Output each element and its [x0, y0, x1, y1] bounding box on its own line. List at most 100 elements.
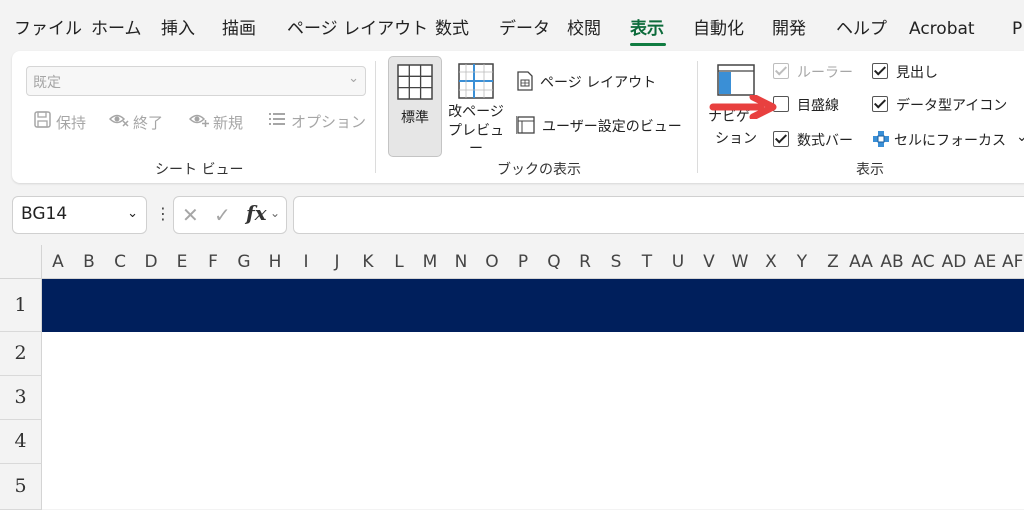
chevron-down-icon[interactable]: ⌄ [1016, 129, 1024, 145]
formula-input[interactable] [293, 196, 1024, 234]
column-header[interactable]: S [605, 252, 627, 272]
tab-page-layout[interactable]: ページ レイアウト [287, 18, 428, 40]
tab-help[interactable]: ヘルプ [836, 18, 887, 40]
tab-overflow[interactable]: P [1012, 18, 1022, 40]
data-type-icons-checkbox[interactable]: データ型アイコン [872, 96, 1007, 115]
column-header[interactable]: I [295, 252, 317, 272]
column-header[interactable]: AA [847, 252, 875, 272]
select-all-corner[interactable] [0, 245, 42, 278]
tab-file[interactable]: ファイル [14, 18, 82, 40]
navigation-pane-icon [717, 64, 755, 96]
group-divider [375, 61, 376, 173]
navigation-label-line2: ション [715, 131, 757, 147]
tab-draw[interactable]: 描画 [222, 18, 256, 40]
row-header[interactable]: 5 [0, 464, 42, 510]
tab-automate[interactable]: 自動化 [693, 18, 744, 40]
tab-home[interactable]: ホーム [91, 18, 142, 40]
column-header[interactable]: A [47, 252, 69, 272]
chevron-down-icon[interactable]: ⌄ [270, 206, 280, 220]
column-header[interactable]: O [481, 252, 503, 272]
options-label: オプション [291, 113, 367, 131]
active-tab-indicator [630, 43, 666, 46]
column-header[interactable]: F [202, 252, 224, 272]
column-header[interactable]: AE [971, 252, 999, 272]
tab-review[interactable]: 校閲 [567, 18, 601, 40]
cancel-icon[interactable]: ✕ [182, 203, 199, 227]
column-header[interactable]: B [78, 252, 100, 272]
row-header[interactable]: 2 [0, 332, 42, 376]
column-header[interactable]: W [729, 252, 751, 272]
chevron-down-icon[interactable]: ⌄ [127, 206, 138, 221]
page-break-label-line1: 改ページ [448, 104, 504, 120]
custom-views-label: ユーザー設定のビュー [542, 119, 682, 135]
headings-checkbox[interactable]: 見出し [872, 63, 938, 82]
focus-cell-button[interactable]: セルにフォーカス [872, 130, 1006, 150]
headings-label: 見出し [896, 65, 938, 81]
focus-cell-icon [873, 131, 889, 147]
ribbon: 既定 ⌄ 保持 終了 新規 オプション シート ビュー 標準 改ページ プレビュ… [12, 51, 1024, 183]
sheet-view-select[interactable]: 既定 ⌄ [26, 66, 366, 96]
column-header[interactable]: R [574, 252, 596, 272]
options-button[interactable]: オプション [267, 111, 366, 132]
checkbox-icon [773, 63, 789, 79]
column-header[interactable]: C [109, 252, 131, 272]
column-header[interactable]: T [636, 252, 658, 272]
new-view-button[interactable]: 新規 [188, 111, 244, 133]
column-header[interactable]: H [264, 252, 286, 272]
formula-buttons: ✕ ✓ fx ⌄ [173, 196, 287, 234]
column-header[interactable]: X [760, 252, 782, 272]
keep-button[interactable]: 保持 [32, 111, 86, 133]
column-header[interactable]: P [512, 252, 534, 272]
column-header[interactable]: AD [940, 252, 968, 272]
column-header[interactable]: Y [791, 252, 813, 272]
chevron-down-icon: ⌄ [348, 71, 359, 86]
column-header[interactable]: G [233, 252, 255, 272]
insert-function-icon[interactable]: fx [246, 201, 267, 225]
list-icon [267, 111, 287, 131]
column-header[interactable]: D [140, 252, 162, 272]
eye-add-icon [188, 111, 209, 132]
tab-formulas[interactable]: 数式 [435, 18, 469, 40]
custom-views-icon [515, 116, 535, 134]
row-header[interactable]: 3 [0, 376, 42, 420]
data-type-icons-label: データ型アイコン [896, 98, 1008, 114]
column-header[interactable]: U [667, 252, 689, 272]
tab-view[interactable]: 表示 [630, 18, 664, 40]
column-header[interactable]: J [326, 252, 348, 272]
tab-data[interactable]: データ [499, 18, 550, 40]
tab-insert[interactable]: 挿入 [161, 18, 195, 40]
ruler-label: ルーラー [797, 65, 853, 81]
new-view-label: 新規 [213, 114, 244, 132]
column-header[interactable]: AC [909, 252, 937, 272]
tab-acrobat[interactable]: Acrobat [909, 18, 975, 40]
column-header[interactable]: L [388, 252, 410, 272]
more-options-icon[interactable]: ⋮ [155, 204, 171, 223]
column-header[interactable]: M [419, 252, 441, 272]
column-header[interactable]: AB [878, 252, 906, 272]
row-1-filled-cells[interactable] [42, 279, 1024, 332]
checkbox-icon [872, 63, 888, 79]
column-header[interactable]: N [450, 252, 472, 272]
eye-close-icon [108, 111, 129, 132]
column-header[interactable]: K [357, 252, 379, 272]
custom-views-button[interactable]: ユーザー設定のビュー [515, 115, 682, 136]
confirm-icon[interactable]: ✓ [214, 203, 231, 227]
page-break-preview-button[interactable]: 改ページ プレビュー [446, 56, 506, 157]
formula-bar-checkbox[interactable]: 数式バー [773, 131, 853, 150]
exit-button[interactable]: 終了 [108, 111, 163, 133]
page-layout-button[interactable]: ページ レイアウト [516, 71, 656, 92]
gridlines-checkbox[interactable]: 目盛線 [773, 96, 839, 115]
gridlines-label: 目盛線 [797, 98, 839, 114]
tab-developer[interactable]: 開発 [772, 18, 806, 40]
formula-bar-label: 数式バー [797, 133, 853, 149]
ruler-checkbox[interactable]: ルーラー [773, 63, 853, 82]
column-header[interactable]: V [698, 252, 720, 272]
row-header[interactable]: 4 [0, 420, 42, 464]
column-header[interactable]: E [171, 252, 193, 272]
row-header[interactable]: 1 [0, 279, 42, 332]
normal-view-button[interactable]: 標準 [388, 56, 442, 157]
column-header[interactable]: Q [543, 252, 565, 272]
column-header[interactable]: Z [822, 252, 844, 272]
name-box[interactable]: BG14 ⌄ [12, 196, 147, 234]
column-header[interactable]: AF [1002, 252, 1024, 272]
